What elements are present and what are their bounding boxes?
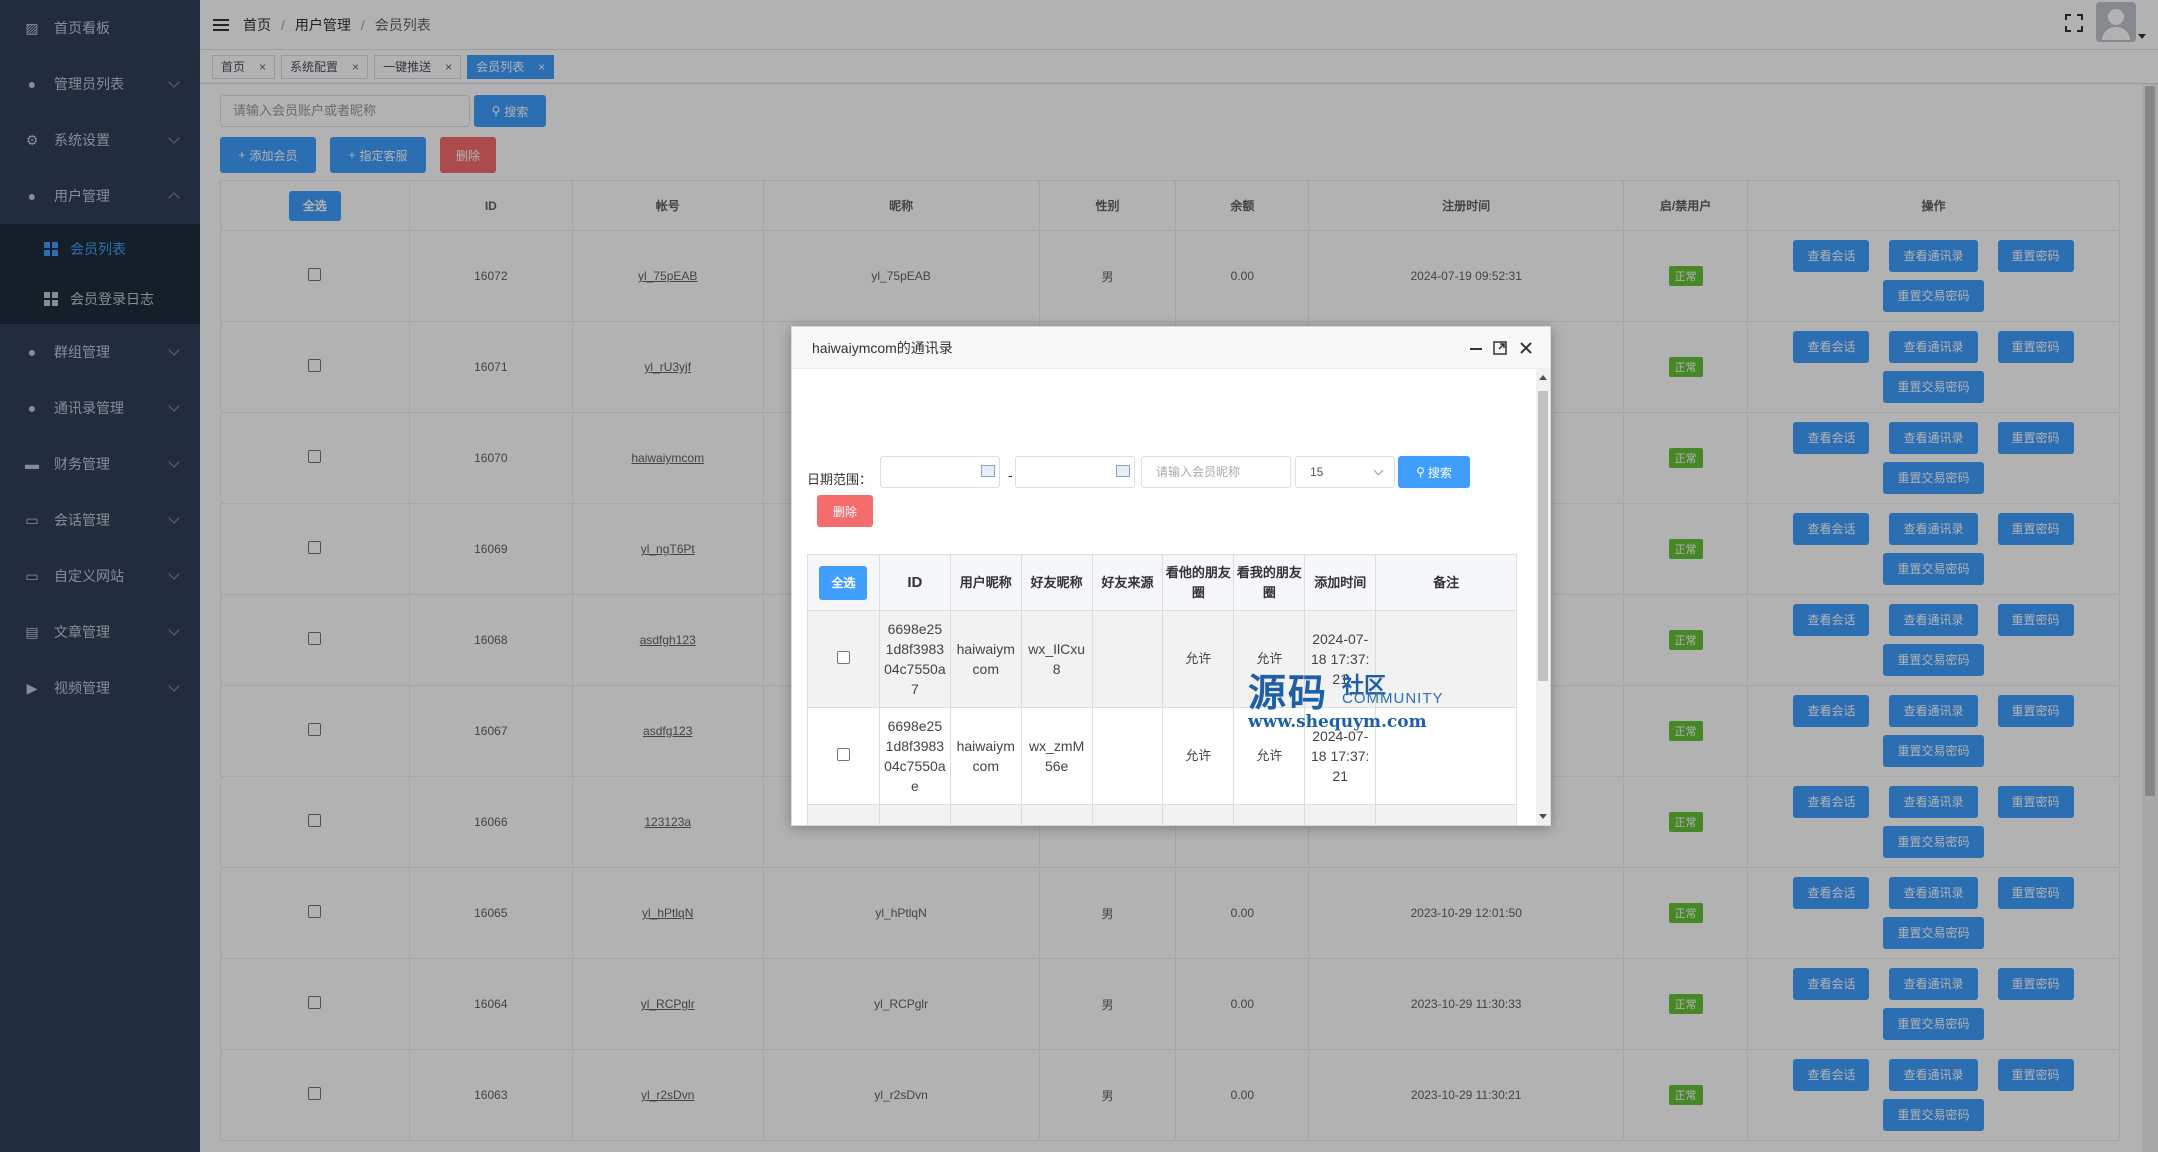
scroll-down-icon[interactable] — [1539, 814, 1547, 819]
dialog-title: haiwaiymcom的通讯录 — [812, 340, 953, 356]
chevron-down-icon — [1373, 465, 1384, 476]
watermark-logo: 源码 社区 COMMUNITY www.shequym.com — [1248, 662, 1468, 734]
watermark-main-text: 源码 — [1248, 670, 1329, 715]
select-all-button[interactable]: 全选 — [819, 565, 868, 600]
contact-id-cell: 6698e251d8f398304c7550ae — [878, 707, 951, 805]
column-header: 看他的朋友圈 — [1162, 554, 1235, 611]
page-size-select[interactable]: 15 — [1295, 456, 1395, 488]
row-checkbox[interactable] — [836, 748, 850, 761]
column-header: 添加时间 — [1304, 554, 1377, 611]
contact-source-cell — [1091, 610, 1164, 708]
contacts-dialog: haiwaiymcom的通讯录 日期范围： - 请输入会员昵称 15 ⚲ 搜索 删… — [791, 326, 1551, 826]
contact-friend-cell: wx_zmM56e — [1020, 707, 1093, 805]
contact-time-cell: 2024-0 — [1304, 804, 1377, 825]
contact-id-cell: 6698e251d8f398304c7550a7 — [878, 610, 951, 708]
contact-id-cell: 6698e2 — [878, 804, 951, 825]
search-label: 搜索 — [1427, 465, 1452, 480]
calendar-icon[interactable] — [1116, 465, 1130, 477]
contact-mine-cell — [1233, 804, 1306, 825]
table-row: 6698e2 2024-0 — [807, 804, 1517, 825]
contact-friend-cell: wx_IlCxu8 — [1020, 610, 1093, 708]
contact-note-cell — [1375, 804, 1517, 825]
minimize-icon[interactable] — [1468, 340, 1484, 356]
dialog-delete-button[interactable]: 删除 — [817, 495, 873, 527]
dialog-scrollbar-thumb[interactable] — [1538, 391, 1548, 681]
contact-user-cell: haiwaiymcom — [949, 610, 1022, 708]
contact-friend-cell — [1020, 804, 1093, 825]
column-header: 备注 — [1375, 554, 1517, 611]
contact-his-cell — [1162, 804, 1235, 825]
watermark-community-text: COMMUNITY — [1342, 690, 1444, 707]
contact-his-cell: 允许 — [1162, 707, 1235, 805]
contact-user-cell — [949, 804, 1022, 825]
dialog-scrollbar[interactable] — [1536, 369, 1550, 825]
column-header: 好友来源 — [1091, 554, 1164, 611]
table-header-row: 全选 ID 用户昵称 好友昵称 好友来源 看他的朋友圈 看我的朋友圈 添加时间 … — [807, 554, 1517, 611]
dialog-search-button[interactable]: ⚲ 搜索 — [1398, 456, 1470, 488]
end-date-input[interactable] — [1015, 456, 1135, 488]
start-date-input[interactable] — [880, 456, 1000, 488]
scroll-up-icon[interactable] — [1539, 375, 1547, 380]
contact-source-cell — [1091, 707, 1164, 805]
row-checkbox-cell — [807, 804, 880, 825]
contact-his-cell: 允许 — [1162, 610, 1235, 708]
column-header: 看我的朋友圈 — [1233, 554, 1306, 611]
dialog-title-bar: haiwaiymcom的通讯录 — [792, 327, 1550, 369]
contact-source-cell — [1091, 804, 1164, 825]
date-range-label: 日期范围： — [807, 472, 873, 487]
dialog-body: 日期范围： - 请输入会员昵称 15 ⚲ 搜索 删除 全选 ID 用户昵称 好友… — [792, 369, 1536, 825]
row-checkbox-cell — [807, 610, 880, 708]
column-header: 好友昵称 — [1020, 554, 1093, 611]
nickname-input[interactable]: 请输入会员昵称 — [1141, 456, 1291, 488]
watermark-url-text: www.shequym.com — [1248, 712, 1427, 732]
delete-label: 删除 — [832, 504, 857, 519]
close-icon[interactable] — [1518, 340, 1534, 356]
search-icon: ⚲ — [1416, 465, 1425, 479]
page-size-value: 15 — [1310, 465, 1324, 479]
maximize-icon[interactable] — [1492, 340, 1508, 356]
row-checkbox[interactable] — [836, 651, 850, 664]
select-all-header: 全选 — [807, 554, 880, 611]
column-header: ID — [878, 554, 951, 611]
contact-user-cell: haiwaiymcom — [949, 707, 1022, 805]
column-header: 用户昵称 — [949, 554, 1022, 611]
calendar-icon[interactable] — [981, 465, 995, 477]
row-checkbox-cell — [807, 707, 880, 805]
date-range-separator: - — [1008, 467, 1013, 483]
